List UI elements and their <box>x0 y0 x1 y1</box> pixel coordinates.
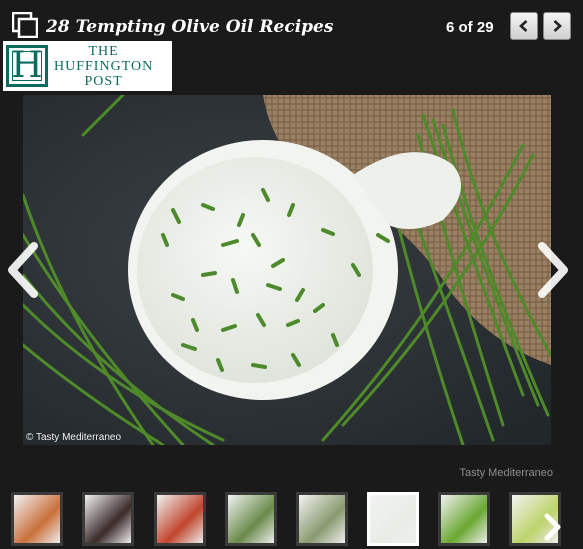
chive-dip-image <box>23 95 551 445</box>
thumbnail-1[interactable] <box>11 492 63 546</box>
thumbnail-5[interactable] <box>296 492 348 546</box>
huffington-post-logo[interactable]: H THE HUFFINGTON POST <box>3 41 172 91</box>
thumbnail-image <box>85 495 131 543</box>
slide-counter: 6 of 29 <box>446 19 494 36</box>
chevron-left-icon <box>519 20 528 32</box>
counter-of: of <box>458 19 473 36</box>
thumbnail-7[interactable] <box>438 492 490 546</box>
gallery-icon <box>12 12 38 38</box>
photo-copyright: © Tasty Mediterraneo <box>26 432 122 443</box>
thumbnail-image <box>441 495 487 543</box>
thumbnail-image <box>228 495 274 543</box>
source-credit: Tasty Mediterraneo <box>459 467 553 479</box>
previous-button[interactable] <box>510 12 538 40</box>
thumbnail-2[interactable] <box>82 492 134 546</box>
thumbnails-next-arrow[interactable] <box>540 512 564 542</box>
photo-next-arrow[interactable] <box>532 240 572 300</box>
thumbnail-image <box>299 495 345 543</box>
counter-total: 29 <box>476 19 494 36</box>
gallery-photo <box>23 95 551 445</box>
gallery-title: 28 Tempting Olive Oil Recipes <box>46 17 334 37</box>
counter-current: 6 <box>446 19 455 36</box>
thumbnail-3[interactable] <box>154 492 206 546</box>
logo-letter: H <box>6 45 48 87</box>
logo-wordmark: THE HUFFINGTON POST <box>54 44 153 89</box>
logo-line-3: POST <box>84 73 123 89</box>
thumbnail-image <box>370 495 416 543</box>
logo-line-2: HUFFINGTON <box>54 58 154 74</box>
thumbnail-6[interactable] <box>367 492 419 546</box>
next-button[interactable] <box>543 12 571 40</box>
thumbnail-strip <box>0 490 583 549</box>
thumbnail-image <box>157 495 203 543</box>
thumbnail-image <box>14 495 60 543</box>
thumbnail-4[interactable] <box>225 492 277 546</box>
photo-prev-arrow[interactable] <box>4 240 44 300</box>
chevron-right-icon <box>553 20 562 32</box>
logo-line-1: THE <box>88 43 119 59</box>
